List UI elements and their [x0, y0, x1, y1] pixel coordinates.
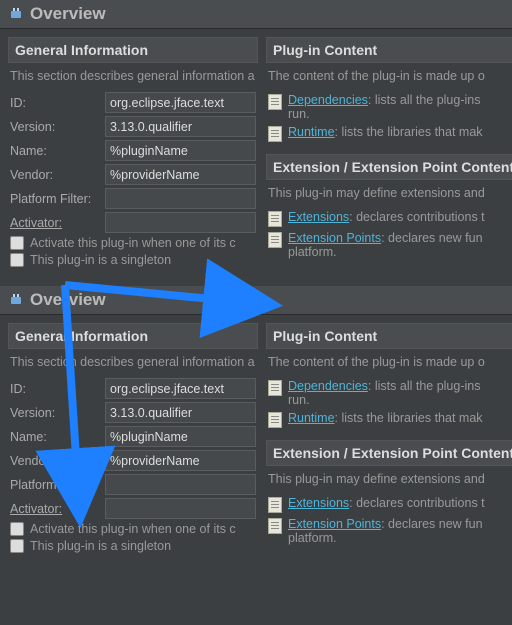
checkbox-icon: [10, 522, 24, 536]
version-label: Version:: [10, 120, 105, 134]
extension-content-desc: This plug-in may define extensions and: [268, 184, 512, 206]
extension-content-header: Extension / Extension Point Content: [266, 154, 512, 180]
dependencies-item: Dependencies: lists all the plug-insrun.: [268, 93, 512, 121]
activate-checkbox-row[interactable]: Activate this plug-in when one of its c: [10, 236, 256, 250]
dependencies-link[interactable]: Dependencies: [288, 379, 368, 393]
singleton-checkbox-label: This plug-in is a singleton: [30, 253, 171, 267]
activate-checkbox-label: Activate this plug-in when one of its c: [30, 236, 236, 250]
general-info-header: General Information: [8, 323, 258, 349]
plugin-content-header: Plug-in Content: [266, 37, 512, 63]
id-input[interactable]: [105, 378, 256, 399]
page-icon: [268, 497, 282, 513]
vendor-label: Vendor:: [10, 168, 105, 182]
dependencies-link[interactable]: Dependencies: [288, 93, 368, 107]
extension-points-text: : declares new fun: [381, 517, 482, 531]
extensions-item: Extensions: declares contributions t: [268, 210, 512, 227]
activator-input[interactable]: [105, 212, 256, 233]
panel-title-bar: Overview: [0, 0, 512, 29]
extension-points-link[interactable]: Extension Points: [288, 231, 381, 245]
activator-input[interactable]: [105, 498, 256, 519]
plugin-content-section: Plug-in Content The content of the plug-…: [266, 37, 512, 154]
activate-checkbox-row[interactable]: Activate this plug-in when one of its c: [10, 522, 256, 536]
general-info-desc: This section describes general informati…: [10, 67, 256, 89]
name-label: Name:: [10, 144, 105, 158]
page-icon: [268, 518, 282, 534]
dependencies-text: : lists all the plug-ins: [368, 379, 481, 393]
singleton-checkbox-label: This plug-in is a singleton: [30, 539, 171, 553]
page-title: Overview: [30, 4, 106, 24]
extensions-text: : declares contributions t: [349, 210, 485, 224]
runtime-text: : lists the libraries that mak: [335, 125, 483, 139]
id-input[interactable]: [105, 92, 256, 113]
platform-filter-input[interactable]: [105, 474, 256, 495]
plugin-content-desc: The content of the plug-in is made up o: [268, 67, 512, 89]
extension-points-text: : declares new fun: [381, 231, 482, 245]
plugin-content-header: Plug-in Content: [266, 323, 512, 349]
platform-filter-label: Platform Filter:: [10, 478, 105, 492]
plugin-icon: [8, 292, 24, 308]
page-icon: [268, 380, 282, 396]
runtime-item: Runtime: lists the libraries that mak: [268, 411, 512, 428]
extension-points-item: Extension Points: declares new funplatfo…: [268, 231, 512, 259]
vendor-input[interactable]: [105, 450, 256, 471]
platform-filter-label: Platform Filter:: [10, 192, 105, 206]
page-icon: [268, 211, 282, 227]
checkbox-icon: [10, 539, 24, 553]
version-input[interactable]: [105, 402, 256, 423]
runtime-item: Runtime: lists the libraries that mak: [268, 125, 512, 142]
checkbox-icon: [10, 236, 24, 250]
id-label: ID:: [10, 382, 105, 396]
platform-filter-input[interactable]: [105, 188, 256, 209]
name-input[interactable]: [105, 140, 256, 161]
extension-content-header: Extension / Extension Point Content: [266, 440, 512, 466]
id-label: ID:: [10, 96, 105, 110]
version-label: Version:: [10, 406, 105, 420]
overview-panel-1: Overview General Information This sectio…: [0, 0, 512, 286]
name-input[interactable]: [105, 426, 256, 447]
page-icon: [268, 232, 282, 248]
extensions-link[interactable]: Extensions: [288, 496, 349, 510]
checkbox-icon: [10, 253, 24, 267]
page-title: Overview: [30, 290, 106, 310]
overview-panel-2: Overview General Information This sectio…: [0, 286, 512, 572]
general-info-section: General Information This section describ…: [8, 37, 258, 278]
extension-points-link[interactable]: Extension Points: [288, 517, 381, 531]
extensions-text: : declares contributions t: [349, 496, 485, 510]
vendor-input[interactable]: [105, 164, 256, 185]
extensions-link[interactable]: Extensions: [288, 210, 349, 224]
extension-content-section: Extension / Extension Point Content This…: [266, 440, 512, 557]
general-info-header: General Information: [8, 37, 258, 63]
version-input[interactable]: [105, 116, 256, 137]
general-info-section: General Information This section describ…: [8, 323, 258, 564]
extension-content-desc: This plug-in may define extensions and: [268, 470, 512, 492]
runtime-text: : lists the libraries that mak: [335, 411, 483, 425]
plugin-icon: [8, 6, 24, 22]
name-label: Name:: [10, 430, 105, 444]
page-icon: [268, 94, 282, 110]
activate-checkbox-label: Activate this plug-in when one of its c: [30, 522, 236, 536]
runtime-link[interactable]: Runtime: [288, 125, 335, 139]
dependencies-item: Dependencies: lists all the plug-insrun.: [268, 379, 512, 407]
extension-content-section: Extension / Extension Point Content This…: [266, 154, 512, 271]
runtime-link[interactable]: Runtime: [288, 411, 335, 425]
activator-label[interactable]: Activator:: [10, 502, 105, 516]
panel-title-bar: Overview: [0, 286, 512, 315]
singleton-checkbox-row[interactable]: This plug-in is a singleton: [10, 253, 256, 267]
singleton-checkbox-row[interactable]: This plug-in is a singleton: [10, 539, 256, 553]
extensions-item: Extensions: declares contributions t: [268, 496, 512, 513]
extension-points-item: Extension Points: declares new funplatfo…: [268, 517, 512, 545]
activator-label[interactable]: Activator:: [10, 216, 105, 230]
plugin-content-desc: The content of the plug-in is made up o: [268, 353, 512, 375]
page-icon: [268, 126, 282, 142]
dependencies-text: : lists all the plug-ins: [368, 93, 481, 107]
plugin-content-section: Plug-in Content The content of the plug-…: [266, 323, 512, 440]
page-icon: [268, 412, 282, 428]
general-info-desc: This section describes general informati…: [10, 353, 256, 375]
vendor-label: Vendor:: [10, 454, 105, 468]
